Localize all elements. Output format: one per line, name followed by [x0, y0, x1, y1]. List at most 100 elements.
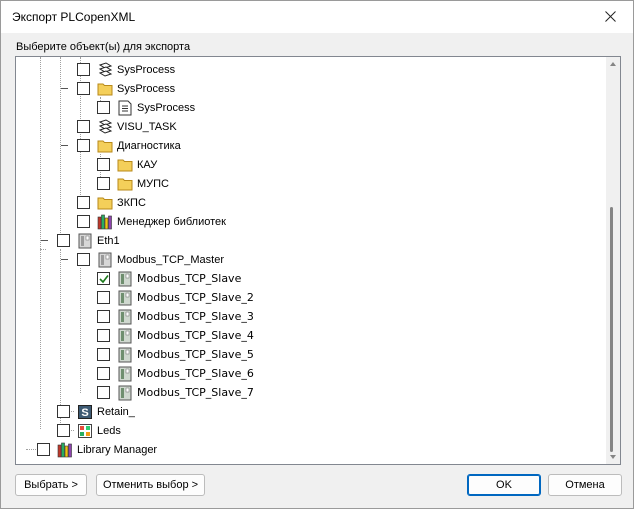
checkbox[interactable]: [97, 310, 110, 323]
tree-item-visu-task[interactable]: VISU_TASK: [77, 117, 177, 136]
checkbox[interactable]: [97, 386, 110, 399]
select-button[interactable]: Выбрать >: [15, 474, 87, 496]
scrollbar-thumb[interactable]: [610, 207, 613, 452]
tree-item-label: ЗКПС: [117, 196, 146, 209]
tree-item-eth1[interactable]: Eth1: [57, 231, 120, 250]
device-icon: [117, 328, 133, 344]
tree-item-label: Modbus_TCP_Slave_7: [137, 386, 254, 399]
device-icon: [117, 385, 133, 401]
collapse-icon[interactable]: [40, 236, 49, 245]
tree-item-label: Eth1: [97, 234, 120, 247]
tree-item-sysprocess-program[interactable]: SysProcess: [97, 98, 195, 117]
tree-item-label: Modbus_TCP_Slave_2: [137, 291, 254, 304]
tree-item-modbus-slave-7[interactable]: Modbus_TCP_Slave_7: [97, 383, 254, 402]
tree-item-label: Диагностика: [117, 139, 181, 152]
tree-item-sysprocess-task[interactable]: SysProcess: [77, 60, 175, 79]
tree-item-zkps[interactable]: ЗКПС: [77, 193, 146, 212]
device-icon: [117, 271, 133, 287]
collapse-icon[interactable]: [60, 141, 69, 150]
tree-item-label: Modbus_TCP_Slave_3: [137, 310, 254, 323]
device-icon: [77, 233, 93, 249]
scroll-up-icon[interactable]: [609, 60, 617, 68]
checkbox[interactable]: [77, 63, 90, 76]
tree-item-modbus-slave-4[interactable]: Modbus_TCP_Slave_4: [97, 326, 254, 345]
leds-icon: [77, 423, 93, 439]
checkbox[interactable]: [77, 139, 90, 152]
checkmark-icon: [99, 275, 109, 284]
export-dialog: Экспорт PLCopenXML Выберите объект(ы) дл…: [0, 0, 634, 509]
checkbox-checked[interactable]: [97, 272, 110, 285]
checkbox[interactable]: [97, 348, 110, 361]
tree-item-modbus-slave-2[interactable]: Modbus_TCP_Slave_2: [97, 288, 254, 307]
device-icon: [117, 290, 133, 306]
device-icon: [97, 252, 113, 268]
checkbox[interactable]: [57, 424, 70, 437]
checkbox[interactable]: [97, 291, 110, 304]
tree-item-label: VISU_TASK: [117, 120, 177, 133]
tree-item-label: SysProcess: [117, 63, 176, 76]
folder-icon: [117, 176, 133, 192]
tree-item-mups[interactable]: МУПС: [97, 174, 169, 193]
library-icon: [57, 442, 73, 458]
task-icon: [97, 118, 113, 135]
tree-item-sysprocess-folder[interactable]: SysProcess: [77, 79, 175, 98]
checkbox[interactable]: [77, 82, 90, 95]
tree-caption: Выберите объект(ы) для экспорта: [16, 41, 191, 53]
tree-item-label: МУПС: [137, 177, 170, 190]
program-icon: [117, 100, 133, 116]
tree-item-modbus-slave-6[interactable]: Modbus_TCP_Slave_6: [97, 364, 254, 383]
device-icon: [117, 347, 133, 363]
close-icon: [605, 11, 616, 22]
tree-item-modbus-slave-5[interactable]: Modbus_TCP_Slave_5: [97, 345, 254, 364]
vertical-scrollbar[interactable]: [606, 57, 620, 464]
checkbox[interactable]: [77, 253, 90, 266]
export-tree[interactable]: SysProcess SysProcess SysProcess VISU_TA…: [15, 56, 621, 465]
folder-icon: [117, 157, 133, 173]
device-icon: [117, 309, 133, 325]
deselect-button[interactable]: Отменить выбор >: [96, 474, 205, 496]
task-icon: [97, 61, 113, 78]
tree-item-library-manager-ru[interactable]: Менеджер библиотек: [77, 212, 226, 231]
window-title: Экспорт PLCopenXML: [12, 10, 136, 24]
checkbox[interactable]: [57, 405, 70, 418]
retain-icon: S: [77, 404, 93, 420]
tree-item-label: Modbus_TCP_Slave_5: [137, 348, 254, 361]
tree-item-kau[interactable]: КАУ: [97, 155, 157, 174]
tree-item-leds[interactable]: Leds: [57, 421, 121, 440]
collapse-icon[interactable]: [60, 255, 69, 264]
tree-item-label: SysProcess: [137, 101, 196, 114]
tree-item-label: SysProcess: [117, 82, 176, 95]
checkbox[interactable]: [97, 158, 110, 171]
ok-button[interactable]: OK: [467, 474, 541, 496]
checkbox[interactable]: [57, 234, 70, 247]
tree-item-library-manager[interactable]: Library Manager: [37, 440, 157, 459]
tree-item-label: Retain_: [97, 405, 135, 418]
checkbox[interactable]: [97, 329, 110, 342]
tree-item-modbus-slave[interactable]: Modbus_TCP_Slave: [97, 269, 241, 288]
close-button[interactable]: [589, 1, 633, 33]
tree-item-label: Modbus_TCP_Slave_6: [137, 367, 254, 380]
device-icon: [117, 366, 133, 382]
collapse-icon[interactable]: [60, 84, 69, 93]
tree-item-label: Modbus_TCP_Slave: [137, 272, 242, 285]
checkbox[interactable]: [77, 196, 90, 209]
checkbox[interactable]: [37, 443, 50, 456]
checkbox[interactable]: [97, 367, 110, 380]
tree-item-label: Modbus_TCP_Master: [117, 253, 224, 266]
tree-item-modbus-master[interactable]: Modbus_TCP_Master: [77, 250, 224, 269]
scroll-down-icon[interactable]: [609, 453, 617, 461]
checkbox[interactable]: [77, 215, 90, 228]
tree-item-label: Modbus_TCP_Slave_4: [137, 329, 254, 342]
library-icon: [97, 214, 113, 230]
tree-item-modbus-slave-3[interactable]: Modbus_TCP_Slave_3: [97, 307, 254, 326]
svg-text:S: S: [81, 407, 88, 419]
checkbox[interactable]: [97, 101, 110, 114]
folder-icon: [97, 195, 113, 211]
tree-item-diagnostics[interactable]: Диагностика: [77, 136, 181, 155]
checkbox[interactable]: [97, 177, 110, 190]
checkbox[interactable]: [77, 120, 90, 133]
folder-icon: [97, 138, 113, 154]
tree-item-retain[interactable]: S Retain_: [57, 402, 135, 421]
cancel-button[interactable]: Отмена: [548, 474, 622, 496]
tree-item-label: Library Manager: [77, 443, 158, 456]
